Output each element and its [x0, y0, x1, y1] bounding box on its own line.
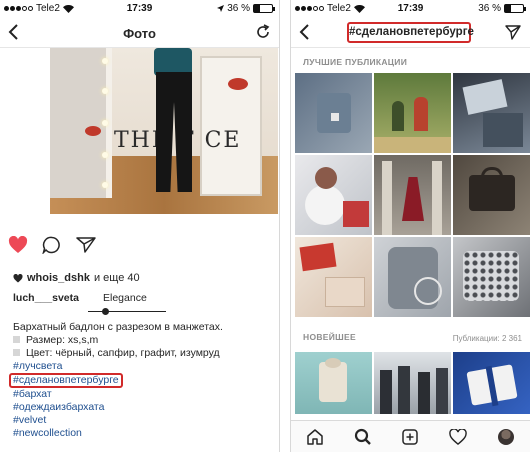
hashtag-link[interactable]: #одеждаизбархата — [13, 401, 275, 414]
tag-pager — [88, 308, 166, 315]
post-caption: Бархатный бадлон с разрезом в манжетах. … — [9, 321, 275, 440]
grid-photo[interactable] — [374, 73, 451, 153]
hashtag-link[interactable]: #лучсвета — [13, 360, 275, 373]
share-icon[interactable] — [76, 236, 96, 254]
caption-text: Бархатный бадлон с разрезом в манжетах. — [13, 321, 223, 333]
bullet-icon — [13, 349, 20, 356]
grid-photo[interactable] — [374, 155, 451, 235]
profile-avatar[interactable] — [494, 425, 518, 449]
battery-status: 36 % — [478, 3, 526, 14]
grid-photo[interactable] — [374, 237, 451, 317]
nav-bar: Фото — [0, 18, 279, 48]
hashtag-link-highlighted[interactable]: #сделановпетербурге — [9, 373, 123, 388]
recent-heading: НОВЕЙШЕЕ — [303, 332, 356, 342]
posts-count: Публикации: 2 361 — [452, 334, 522, 343]
display-board — [200, 56, 262, 196]
add-icon[interactable] — [398, 425, 422, 449]
post-photo[interactable]: THE T CE — [50, 48, 278, 214]
battery-percent: 36 % — [478, 3, 501, 14]
tab-bar — [291, 420, 530, 452]
hashtag-screen: Tele2 17:39 36 % #сделановпетербурге ЛУЧ… — [290, 0, 530, 452]
grid-photo[interactable] — [453, 237, 530, 317]
liker-username[interactable]: whois_dshk — [27, 272, 90, 284]
screen-divider — [280, 0, 290, 452]
tagged-user[interactable]: luch___sveta — [13, 292, 79, 304]
top-posts-heading: ЛУЧШИЕ ПУБЛИКАЦИИ — [303, 57, 408, 67]
lips-print — [228, 78, 248, 90]
grid-photo[interactable] — [374, 352, 451, 414]
status-bar: Tele2 17:39 36 % — [291, 0, 530, 18]
top-posts-grid — [295, 73, 530, 317]
grid-photo[interactable] — [295, 237, 372, 317]
hashtag-link[interactable]: #newcollection — [13, 427, 275, 440]
location-icon — [217, 5, 225, 12]
direct-send-icon[interactable] — [505, 25, 521, 40]
bullet-icon — [13, 336, 20, 343]
small-heart-icon — [13, 273, 23, 282]
battery-percent: 36 % — [227, 3, 250, 14]
search-icon[interactable] — [351, 425, 375, 449]
comment-icon[interactable] — [42, 236, 62, 254]
refresh-icon[interactable] — [255, 24, 271, 40]
likes-count[interactable]: и еще 40 — [94, 272, 140, 284]
grid-photo[interactable] — [453, 352, 530, 414]
heart-icon[interactable] — [446, 425, 470, 449]
status-bar: Tele2 17:39 36 % — [0, 0, 279, 18]
caption-colors-line: Цвет: чёрный, сапфир, графит, изумруд — [13, 347, 275, 360]
battery-icon — [504, 4, 526, 13]
post-actions — [8, 236, 96, 254]
grid-photo[interactable] — [295, 352, 372, 414]
tagged-user[interactable]: Elegance — [103, 292, 147, 304]
page-title: Фото — [123, 26, 156, 41]
grid-photo[interactable] — [453, 73, 530, 153]
home-icon[interactable] — [303, 425, 327, 449]
grid-photo[interactable] — [295, 73, 372, 153]
post-screen: Tele2 17:39 36 % Фото THE T CE — [0, 0, 280, 452]
likes-line: whois_dshk и еще 40 — [13, 272, 140, 284]
hashtag-link[interactable]: #бархат — [13, 388, 275, 401]
recent-posts-grid — [295, 352, 530, 414]
pager-knob — [102, 308, 109, 315]
caption-size-line: Размер: xs,s,m — [13, 334, 275, 347]
caption-size: Размер: xs,s,m — [26, 334, 99, 346]
hashtag-link[interactable]: #velvet — [13, 414, 275, 427]
battery-status: 36 % — [217, 3, 275, 14]
lips-print — [85, 126, 101, 136]
chevron-left-icon[interactable] — [299, 24, 311, 40]
avatar — [498, 428, 515, 445]
caption-colors: Цвет: чёрный, сапфир, графит, изумруд — [26, 347, 220, 359]
grid-photo[interactable] — [295, 155, 372, 235]
model-figure — [146, 48, 202, 208]
nav-bar: #сделановпетербурге — [291, 18, 530, 48]
battery-icon — [253, 4, 275, 13]
heart-filled-icon[interactable] — [8, 236, 28, 254]
grid-photo[interactable] — [453, 155, 530, 235]
hashtag-title: #сделановпетербурге — [347, 22, 474, 43]
